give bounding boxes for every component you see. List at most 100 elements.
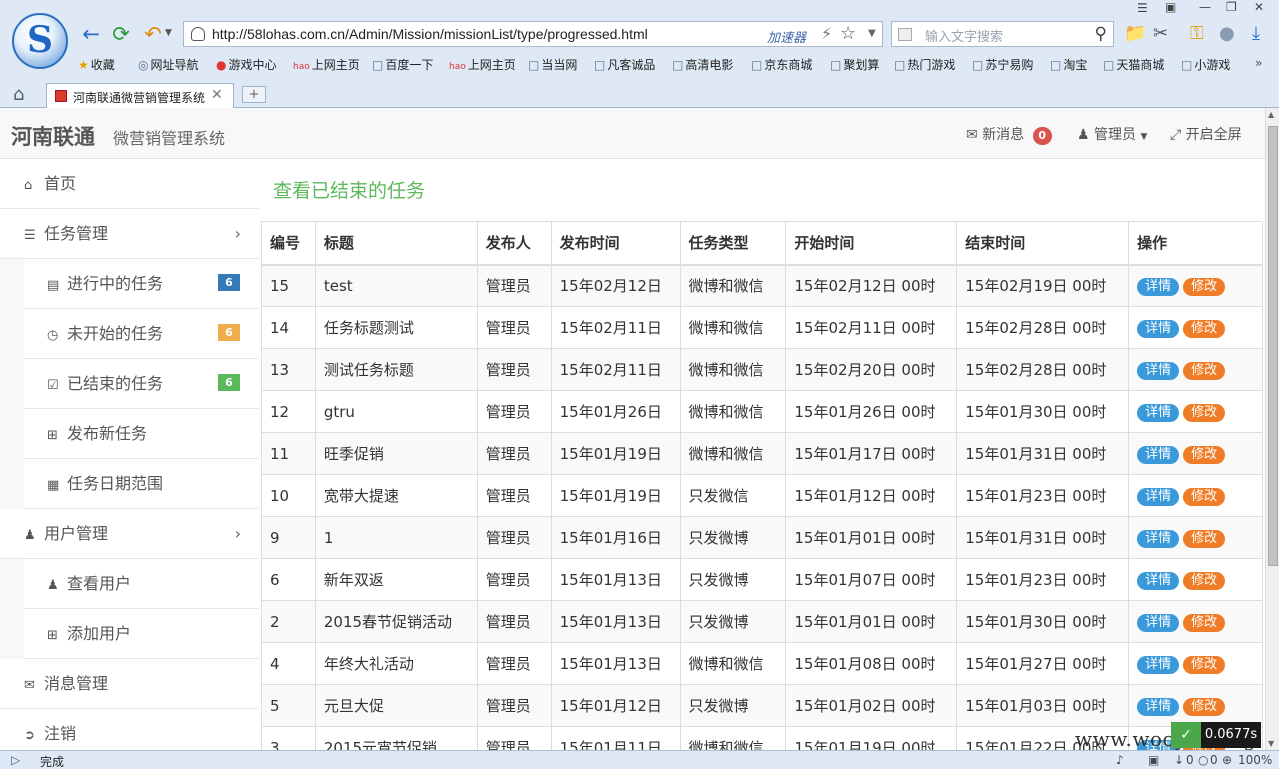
detail-button[interactable]: 详情 bbox=[1137, 697, 1180, 716]
lightning-icon[interactable]: ⚡ bbox=[821, 24, 832, 43]
search-engine-icon[interactable] bbox=[898, 28, 912, 41]
bookmark-item[interactable]: □ 高清电影 bbox=[672, 56, 733, 73]
detail-button[interactable]: 详情 bbox=[1137, 403, 1180, 422]
bookmarks-more-button[interactable]: » bbox=[1255, 56, 1262, 70]
bookmark-item[interactable]: □ 小游戏 bbox=[1181, 56, 1230, 73]
admin-dropdown[interactable]: ♟ 管理员 ▼ bbox=[1077, 124, 1147, 144]
monitor-icon[interactable]: ▣ bbox=[1148, 753, 1159, 767]
bookmark-item[interactable]: □ 聚划算 bbox=[830, 56, 879, 73]
back-arrow-icon[interactable]: ← bbox=[78, 21, 104, 47]
url-text[interactable]: http://58lohas.com.cn/Admin/Mission/miss… bbox=[212, 26, 648, 42]
address-dropdown-icon[interactable]: ▼ bbox=[868, 28, 876, 39]
sidebar-item-task-date-range[interactable]: ▦ 任务日期范围 bbox=[24, 459, 259, 509]
bookmark-item[interactable]: ◎ 网址导航 bbox=[138, 56, 199, 73]
edit-button[interactable]: 修改 bbox=[1183, 277, 1226, 296]
menu-icon[interactable]: ☰ bbox=[1137, 1, 1148, 15]
detail-button[interactable]: 详情 bbox=[1137, 319, 1180, 338]
detail-button[interactable]: 详情 bbox=[1137, 571, 1180, 590]
new-messages-link[interactable]: ✉ 新消息 0 bbox=[966, 124, 1052, 145]
brand-name[interactable]: 河南联通 bbox=[11, 121, 95, 151]
bookmark-item[interactable]: □ 百度一下 bbox=[372, 56, 433, 73]
tab-close-icon[interactable]: ✕ bbox=[211, 87, 223, 103]
speaker-icon[interactable]: ♪ bbox=[1116, 753, 1124, 767]
zoom-icon[interactable]: ⊕ bbox=[1222, 753, 1232, 767]
bookmark-item[interactable]: hao 上网主页 bbox=[293, 56, 360, 73]
play-icon[interactable]: ▷ bbox=[11, 753, 20, 767]
bookmark-item[interactable]: hao 上网主页 bbox=[449, 56, 516, 73]
sidebar-item-tasks-in-progress[interactable]: ▤ 进行中的任务 6 bbox=[24, 259, 259, 309]
bookmark-item[interactable]: □ 京东商城 bbox=[751, 56, 812, 73]
sidebar-item-add-user[interactable]: ⊞ 添加用户 bbox=[24, 609, 259, 659]
table-row: 10 宽带大提速 管理员 15年01月19日 只发微信 15年01月12日 00时 15年0… bbox=[261, 474, 1263, 517]
skin-icon[interactable]: ▣ bbox=[1165, 0, 1176, 14]
scissors-icon[interactable]: ✂ bbox=[1153, 21, 1168, 47]
home-icon[interactable]: ⌂ bbox=[13, 84, 24, 105]
security-shield-icon[interactable] bbox=[191, 27, 205, 41]
sidebar-item-view-users[interactable]: ♟ 查看用户 bbox=[24, 559, 259, 609]
download-counter-icon[interactable]: ↓ bbox=[1174, 753, 1184, 767]
sidebar-item-tasks-finished[interactable]: ☑ 已结束的任务 6 bbox=[24, 359, 259, 409]
sidebar-item-home[interactable]: ⌂ 首页 bbox=[0, 159, 259, 209]
fullscreen-button[interactable]: ⤢ 开启全屏 bbox=[1170, 124, 1242, 144]
sidebar-item-message-management[interactable]: ✉ 消息管理 bbox=[0, 659, 259, 709]
scrollbar-thumb[interactable] bbox=[1268, 126, 1278, 566]
detail-button[interactable]: 详情 bbox=[1137, 655, 1180, 674]
detail-button[interactable]: 详情 bbox=[1137, 529, 1180, 548]
edit-button[interactable]: 修改 bbox=[1183, 613, 1226, 632]
undo-icon[interactable]: ↶ bbox=[140, 21, 166, 47]
bookmark-item[interactable]: □ 当当网 bbox=[528, 56, 577, 73]
detail-button[interactable]: 详情 bbox=[1137, 277, 1180, 296]
bookmark-item[interactable]: □ 凡客诚品 bbox=[594, 56, 655, 73]
detail-button[interactable]: 详情 bbox=[1137, 445, 1180, 464]
refresh-icon[interactable]: ⟳ bbox=[108, 21, 134, 47]
submenu-indent bbox=[0, 559, 24, 659]
search-icon[interactable]: ⚲ bbox=[1095, 24, 1107, 44]
minimize-icon[interactable]: — bbox=[1199, 0, 1211, 14]
detail-button[interactable]: 详情 bbox=[1137, 361, 1180, 380]
edit-button[interactable]: 修改 bbox=[1183, 403, 1226, 422]
edit-button[interactable]: 修改 bbox=[1183, 529, 1226, 548]
edit-button[interactable]: 修改 bbox=[1183, 655, 1226, 674]
scroll-down-arrow-icon[interactable]: ▼ bbox=[1268, 739, 1274, 748]
download-icon[interactable]: ⤓ bbox=[1252, 21, 1260, 47]
browser-tab[interactable]: 河南联通微营销管理系统 ✕ bbox=[46, 83, 234, 108]
chat-icon[interactable]: ● bbox=[1219, 21, 1235, 47]
sidebar-item-tasks-not-started[interactable]: ◷ 未开始的任务 6 bbox=[24, 309, 259, 359]
detail-button[interactable]: 详情 bbox=[1137, 487, 1180, 506]
user-icon: ♟ bbox=[47, 578, 59, 593]
cell-start-time: 15年01月07日 00时 bbox=[785, 558, 958, 601]
browser-logo[interactable]: S bbox=[12, 13, 68, 69]
sidebar-item-logout[interactable]: ➲ 注销 bbox=[0, 709, 259, 750]
scroll-up-arrow-icon[interactable]: ▲ bbox=[1268, 110, 1274, 119]
accelerator-link[interactable]: 加速器 bbox=[767, 27, 806, 46]
favorite-star-icon[interactable]: ☆ bbox=[840, 23, 856, 44]
browser-search-box[interactable]: 输入文字搜索 ⚲ bbox=[891, 21, 1114, 47]
edit-button[interactable]: 修改 bbox=[1183, 361, 1226, 380]
bookmark-item[interactable]: □ 苏宁易购 bbox=[972, 56, 1033, 73]
sidebar-item-publish-task[interactable]: ⊞ 发布新任务 bbox=[24, 409, 259, 459]
undo-dropdown-icon[interactable]: ▼ bbox=[165, 28, 172, 38]
key-icon[interactable]: ⚿ bbox=[1190, 21, 1204, 47]
edit-button[interactable]: 修改 bbox=[1183, 487, 1226, 506]
page-scrollbar[interactable]: ▲ ▼ bbox=[1265, 108, 1279, 750]
edit-button[interactable]: 修改 bbox=[1183, 571, 1226, 590]
detail-button[interactable]: 详情 bbox=[1137, 613, 1180, 632]
address-bar[interactable]: http://58lohas.com.cn/Admin/Mission/miss… bbox=[183, 21, 883, 47]
bookmark-item[interactable]: □ 淘宝 bbox=[1050, 56, 1087, 73]
bookmark-item[interactable]: ★ 收藏 bbox=[78, 56, 115, 73]
bookmark-item[interactable]: □ 天猫商城 bbox=[1103, 56, 1164, 73]
sidebar-item-user-management[interactable]: ♟ 用户管理 › bbox=[0, 509, 259, 559]
bookmark-item[interactable]: □ 热门游戏 bbox=[894, 56, 955, 73]
sidebar-item-task-management[interactable]: ☰ 任务管理 › bbox=[0, 209, 259, 259]
bookmark-item[interactable]: ● 游戏中心 bbox=[216, 56, 277, 73]
edit-button[interactable]: 修改 bbox=[1183, 697, 1226, 716]
new-tab-button[interactable]: + bbox=[242, 86, 266, 103]
edit-button[interactable]: 修改 bbox=[1183, 319, 1226, 338]
zoom-level[interactable]: 100% bbox=[1238, 753, 1272, 767]
search-input[interactable]: 输入文字搜索 bbox=[925, 26, 1003, 45]
folder-icon[interactable]: 📁 bbox=[1124, 21, 1146, 47]
edit-button[interactable]: 修改 bbox=[1183, 445, 1226, 464]
restore-icon[interactable]: ❐ bbox=[1226, 0, 1237, 14]
close-window-icon[interactable]: ✕ bbox=[1254, 0, 1264, 14]
shield-icon[interactable]: ○ bbox=[1198, 753, 1208, 767]
